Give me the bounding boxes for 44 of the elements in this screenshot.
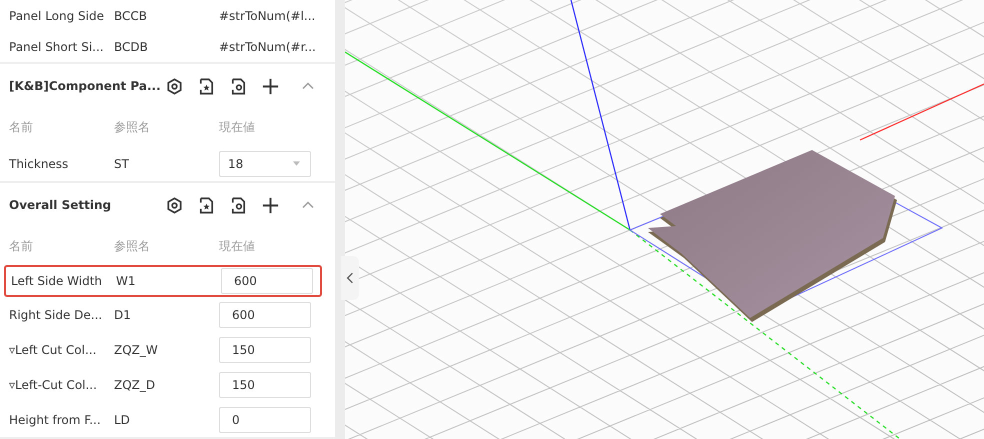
parameter-name: Panel Short Si...	[9, 40, 105, 54]
caret-icon	[293, 161, 300, 166]
file-gear-icon[interactable]	[229, 196, 248, 214]
hexagon-eye-icon[interactable]	[165, 196, 184, 214]
column-header: 名前	[9, 238, 34, 254]
reference-name: D1	[114, 308, 132, 322]
value-input[interactable]: 150	[219, 336, 311, 362]
value-input[interactable]: 150	[219, 372, 311, 398]
hexagon-eye-icon[interactable]	[165, 76, 184, 96]
file-star-icon[interactable]	[197, 76, 216, 96]
parameter-name: Right Side De...	[9, 308, 104, 322]
formula-value: #strToNum(#r...	[219, 40, 316, 54]
value-dropdown[interactable]: 18	[219, 150, 311, 176]
reference-name: BCDB	[114, 40, 149, 54]
reference-name: ZQZ_W	[114, 342, 159, 356]
parameter-name: Thickness	[9, 156, 70, 170]
scrollbar[interactable]	[335, 0, 345, 439]
reference-name: ST	[114, 156, 130, 170]
value-input[interactable]: 0	[219, 406, 311, 432]
parameter-name: Left Side Width	[11, 274, 104, 288]
column-header: 現在値	[219, 238, 255, 254]
parameter-name: Panel Long Side	[9, 8, 105, 22]
formula-value: #strToNum(#l...	[219, 8, 316, 22]
file-gear-icon[interactable]	[229, 76, 248, 96]
column-header: 参照名	[114, 238, 151, 254]
column-header: 名前	[9, 118, 34, 136]
section-title: Overall Setting	[9, 198, 112, 212]
collapse-panel-button[interactable]	[341, 256, 359, 300]
plus-icon[interactable]	[261, 76, 280, 96]
reference-name: W1	[116, 274, 136, 288]
parameter-name: ▿Left-Cut Col...	[9, 378, 98, 392]
reference-name: LD	[114, 412, 131, 426]
plus-icon[interactable]	[261, 196, 280, 214]
value-input[interactable]: 600	[219, 302, 311, 328]
reference-name: ZQZ_D	[114, 378, 156, 392]
column-header: 現在値	[219, 118, 255, 136]
reference-name: BCCB	[114, 8, 148, 22]
parameter-name: Height from F...	[9, 412, 102, 426]
column-header: 参照名	[114, 118, 151, 136]
chevron-left-icon	[346, 272, 354, 284]
value-input[interactable]: 600	[221, 268, 313, 294]
section-title: [K&B]Component Pa...	[9, 79, 161, 93]
parameter-name: ▿Left Cut Col...	[9, 342, 98, 356]
file-star-icon[interactable]	[197, 196, 216, 214]
